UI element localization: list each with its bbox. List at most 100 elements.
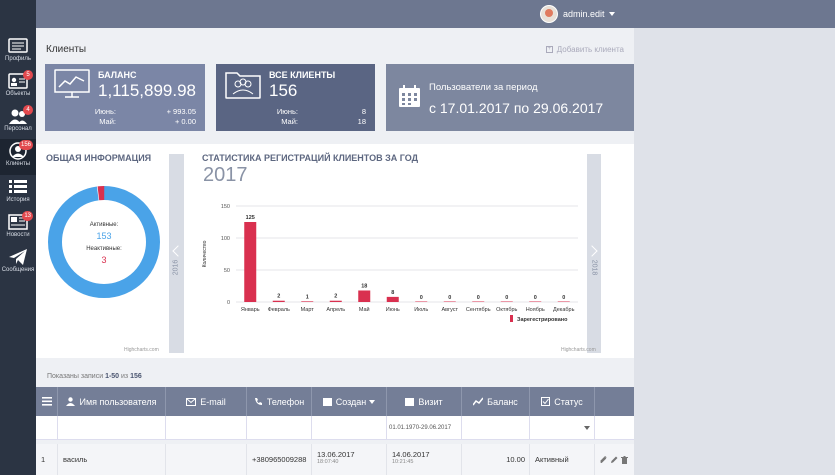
stats-title: СТАТИСТИКА РЕГИСТРАЦИЙ КЛИЕНТОВ ЗА ГОД <box>202 153 418 163</box>
y-tick-label: 150 <box>221 204 230 210</box>
add-client-button[interactable]: + Добавить клиента <box>545 45 624 54</box>
phone-icon <box>254 398 262 405</box>
table-row[interactable]: 1 василь +380965009288 13.06.2017 18:07:4… <box>36 444 634 475</box>
bar <box>529 301 542 302</box>
sidebar-item-label: Клиенты <box>5 161 31 167</box>
prev-year-button[interactable]: 2016 <box>169 154 184 353</box>
th-visit[interactable]: Визит <box>387 387 462 416</box>
x-tick-label: Ноябрь <box>526 307 545 313</box>
staff-badge: 4 <box>23 105 33 115</box>
donut-credit: Highcharts.com <box>124 347 159 353</box>
th-username[interactable]: Имя пользователя <box>58 387 166 416</box>
row-value: + 0.00 <box>174 117 196 126</box>
row-key: Май: <box>99 117 116 126</box>
period-range: с 17.01.2017 по 29.06.2017 <box>429 100 604 116</box>
th-label: Статус <box>554 396 583 407</box>
th-actions <box>595 387 634 416</box>
staff-icon-wrap: 4 <box>8 105 33 125</box>
table-header: Имя пользователя E-mail Телефон Создан В… <box>36 387 634 416</box>
filter-balance[interactable] <box>462 416 530 440</box>
row-number: 1 <box>36 444 58 475</box>
shown-range: 1-50 <box>105 373 120 380</box>
bar <box>557 301 570 302</box>
filter-email[interactable] <box>166 416 247 440</box>
main-content: Клиенты + Добавить клиента БАЛАНС 1,115,… <box>36 28 634 475</box>
bar-value-label: 18 <box>361 283 367 289</box>
th-phone[interactable]: Телефон <box>247 387 312 416</box>
avatar <box>540 5 558 23</box>
sidebar-item-messages[interactable]: Сообщения <box>0 245 36 281</box>
filter-row: 01.01.1970-29.06.2017 <box>36 416 634 440</box>
bar-value-label: 1 <box>306 294 309 300</box>
bar-value-label: 0 <box>562 295 565 301</box>
x-tick-label: Декабрь <box>553 307 575 313</box>
sidebar-item-history[interactable]: История <box>0 175 36 211</box>
row-key: Май: <box>281 117 298 126</box>
bar-value-label: 2 <box>277 294 280 300</box>
active-value: 153 <box>96 231 112 241</box>
envelope-icon <box>186 397 197 406</box>
user-name: admin.edit <box>563 9 605 19</box>
y-tick-label: 50 <box>224 268 230 274</box>
sidebar-item-clients[interactable]: 156 Клиенты <box>0 139 36 175</box>
sidebar-item-profile[interactable]: Профиль <box>0 34 36 70</box>
x-tick-label: Март <box>301 307 315 313</box>
shown-mid: из <box>119 373 131 380</box>
edit-pencil-icon[interactable] <box>610 456 618 464</box>
bar <box>472 301 485 302</box>
balance-card: БАЛАНС 1,115,899.98 Июнь: + 993.05 Май: + … <box>45 64 205 131</box>
th-created[interactable]: Создан <box>312 387 387 416</box>
bar <box>329 300 342 302</box>
sidebar-item-label: Персонал <box>4 126 32 132</box>
th-status[interactable]: Статус <box>530 387 595 416</box>
list-icon <box>9 180 27 193</box>
bar-value-label: 0 <box>448 295 451 301</box>
profile-card-icon <box>8 38 28 53</box>
donut-chart: Активные: 153 Неактивные: 3 <box>46 184 162 300</box>
column-menu-button[interactable] <box>36 387 58 416</box>
trash-icon[interactable] <box>621 455 628 464</box>
paperclip-icon[interactable] <box>599 455 607 464</box>
all-clients-title: ВСЕ КЛИЕНТЫ <box>269 70 336 80</box>
legend-label: Зарегестрировано <box>517 317 568 323</box>
next-year-label: 2018 <box>590 259 598 276</box>
list-icon <box>41 397 52 406</box>
filter-status[interactable] <box>530 416 595 440</box>
x-tick-label: Август <box>441 307 458 313</box>
x-tick-label: Апрель <box>326 307 345 313</box>
filter-phone[interactable] <box>247 416 312 440</box>
th-label: Визит <box>418 396 443 407</box>
row-name: василь <box>58 444 166 475</box>
bar <box>415 301 428 302</box>
chart-credit: Highcharts.com <box>561 347 596 353</box>
bar-value-label: 0 <box>505 295 508 301</box>
bar <box>386 296 399 302</box>
row-phone: +380965009288 <box>247 444 312 475</box>
row-value: + 993.05 <box>166 107 196 116</box>
plus-icon: + <box>545 46 553 53</box>
add-client-label: Добавить клиента <box>556 45 624 54</box>
row-email <box>166 444 247 475</box>
filter-visit[interactable]: 01.01.1970-29.06.2017 <box>387 416 462 440</box>
sidebar-item-news[interactable]: 13 Новости <box>0 210 36 246</box>
prev-year-label: 2016 <box>172 259 180 276</box>
next-year-button[interactable]: 2018 <box>586 154 601 353</box>
sidebar-item-label: Объекты <box>5 91 31 97</box>
top-bar-extension <box>634 0 835 28</box>
sidebar-item-objects[interactable]: 5 Объекты <box>0 69 36 105</box>
clients-badge: 156 <box>18 140 33 150</box>
y-axis-label: Количество <box>202 240 208 267</box>
x-tick-label: Сентябрь <box>466 307 491 313</box>
x-tick-label: Май <box>359 306 370 313</box>
shown-total: 156 <box>130 373 142 380</box>
news-badge: 13 <box>22 211 33 221</box>
paper-plane-icon <box>9 249 27 265</box>
th-email[interactable]: E-mail <box>166 387 247 416</box>
user-menu[interactable]: admin.edit <box>540 5 615 23</box>
sidebar-item-label: Новости <box>6 232 30 238</box>
filter-username[interactable] <box>58 416 166 440</box>
th-balance[interactable]: Баланс <box>462 387 530 416</box>
sidebar-item-staff[interactable]: 4 Персонал <box>0 104 36 140</box>
bar-value-label: 2 <box>334 294 337 300</box>
filter-created[interactable] <box>312 416 387 440</box>
